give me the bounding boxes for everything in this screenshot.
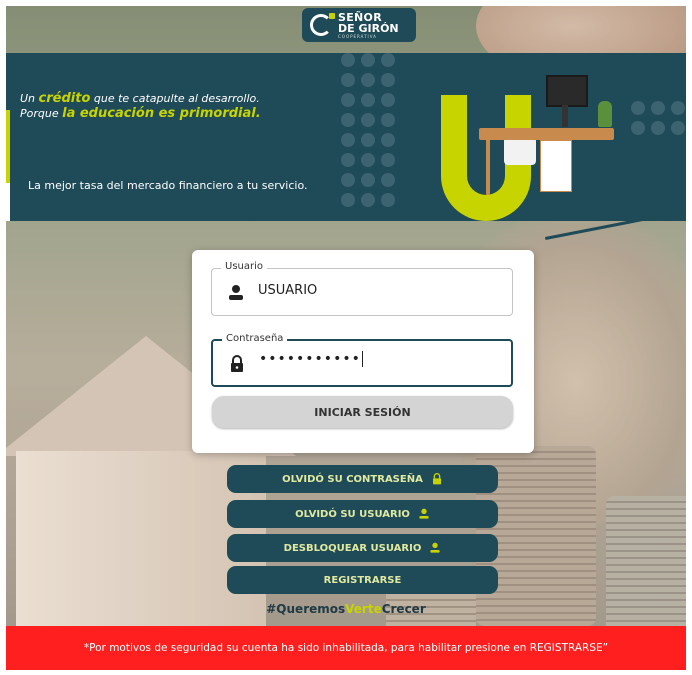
- decorative-dot: [361, 153, 375, 167]
- desk-illustration: [479, 128, 614, 140]
- desk-drawer-illustration: [540, 140, 572, 192]
- logo-line1: SEÑOR: [338, 10, 382, 24]
- logo-text: SEÑOR DE GIRÓN COOPERATIVA: [338, 12, 399, 39]
- decorative-dot: [341, 153, 355, 167]
- decorative-dot: [631, 101, 645, 115]
- decorative-dot: [361, 73, 375, 87]
- decorative-dot: [361, 93, 375, 107]
- banner-dots: [631, 101, 686, 135]
- monitor-stand-illustration: [562, 105, 568, 127]
- brand-logo: SEÑOR DE GIRÓN COOPERATIVA: [302, 8, 416, 42]
- decorative-dot: [361, 113, 375, 127]
- account-disabled-alert: *Por motivos de seguridad su cuenta ha s…: [6, 626, 686, 670]
- decorative-dot: [341, 193, 355, 207]
- login-card: Usuario USUARIO Contraseña ••••••••••• I…: [192, 250, 534, 453]
- banner-headline-2: Porque la educación es primordial.: [20, 106, 261, 121]
- decorative-dot: [381, 173, 395, 187]
- unlock-user-label: DESBLOQUEAR USUARIO: [283, 542, 422, 554]
- decorative-dot: [341, 93, 355, 107]
- banner-tagline: La mejor tasa del mercado financiero a t…: [28, 179, 308, 192]
- decorative-dot: [341, 173, 355, 187]
- banner-accent-line: [6, 183, 10, 221]
- banner-dots: [341, 53, 395, 207]
- lock-icon: [231, 355, 243, 372]
- password-label: Contraseña: [222, 333, 288, 344]
- forgot-password-button[interactable]: OLVIDÓ SU CONTRASEÑA: [227, 465, 498, 493]
- decorative-dot: [381, 133, 395, 147]
- person-icon: [430, 542, 440, 553]
- decorative-dot: [671, 101, 685, 115]
- person-icon: [229, 285, 243, 300]
- decorative-dot: [381, 53, 395, 67]
- forgot-user-label: OLVIDÓ SU USUARIO: [295, 508, 410, 520]
- password-value[interactable]: •••••••••••: [259, 351, 363, 367]
- login-button[interactable]: INICIAR SESIÓN: [212, 396, 513, 428]
- decorative-dot: [341, 73, 355, 87]
- logo-g-icon: [310, 13, 335, 36]
- person-icon: [419, 508, 429, 519]
- username-label: Usuario: [221, 261, 268, 272]
- decorative-dot: [361, 173, 375, 187]
- banner-headline-1: Un crédito que te catapulte al desarroll…: [20, 91, 260, 106]
- decorative-dot: [381, 113, 395, 127]
- logo-line2: DE GIRÓN: [338, 21, 399, 35]
- decorative-dot: [361, 53, 375, 67]
- username-field[interactable]: Usuario USUARIO: [211, 261, 513, 316]
- desk-leg-illustration: [486, 140, 490, 195]
- hashtag-slogan: #QueremosVerteCrecer: [266, 602, 426, 616]
- logo-line3: COOPERATIVA: [338, 33, 377, 39]
- decorative-dot: [671, 121, 685, 135]
- promo-banner: Un crédito que te catapulte al desarroll…: [6, 53, 686, 221]
- banner-highlight: crédito: [38, 91, 91, 106]
- decorative-dot: [341, 53, 355, 67]
- register-button[interactable]: REGISTRARSE: [227, 566, 498, 594]
- decorative-dot: [381, 93, 395, 107]
- decorative-dot: [651, 121, 665, 135]
- monitor-illustration: [546, 75, 588, 107]
- decorative-dot: [651, 101, 665, 115]
- forgot-user-button[interactable]: OLVIDÓ SU USUARIO: [227, 500, 498, 528]
- unlock-user-button[interactable]: DESBLOQUEAR USUARIO: [227, 534, 498, 562]
- forgot-password-label: OLVIDÓ SU CONTRASEÑA: [282, 473, 423, 485]
- text-caret: [361, 351, 363, 367]
- plant-illustration: [598, 101, 612, 127]
- decorative-dot: [361, 193, 375, 207]
- decorative-dot: [381, 73, 395, 87]
- decorative-dot: [381, 193, 395, 207]
- username-value[interactable]: USUARIO: [258, 283, 317, 298]
- password-field[interactable]: Contraseña •••••••••••: [211, 333, 513, 387]
- decorative-dot: [341, 133, 355, 147]
- banner-highlight: la educación es primordial.: [62, 106, 261, 121]
- register-label: REGISTRARSE: [323, 574, 402, 586]
- decorative-dot: [631, 121, 645, 135]
- lock-icon: [432, 473, 441, 485]
- decorative-dot: [341, 113, 355, 127]
- decorative-dot: [361, 133, 375, 147]
- decorative-dot: [381, 153, 395, 167]
